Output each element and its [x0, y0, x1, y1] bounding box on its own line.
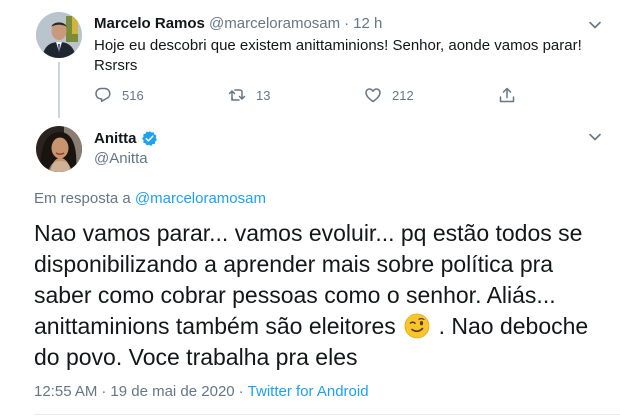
retweet-button[interactable]: 13 — [228, 84, 270, 106]
winking-face-icon — [404, 313, 430, 339]
chevron-down-icon[interactable] — [588, 18, 602, 32]
reply-context: Em resposta a @marceloramosam — [34, 189, 266, 209]
main-tweet-author[interactable]: Anitta — [94, 128, 158, 148]
like-count: 212 — [392, 87, 414, 103]
parent-tweet-header: Marcelo Ramos @marceloramosam · 12 h — [94, 14, 382, 34]
retweet-icon — [228, 89, 246, 101]
reply-to-link[interactable]: @marceloramosam — [135, 190, 266, 207]
like-button[interactable]: 212 — [364, 84, 414, 106]
header-separator: · — [344, 15, 350, 32]
tweet-thread: Marcelo Ramos @marceloramosam · 12 h Hoje … — [0, 0, 620, 417]
thread-connector — [58, 62, 60, 118]
parent-tweet-text: Hoje eu descobri que existem anittaminio… — [94, 37, 582, 74]
author-name[interactable]: Marcelo Ramos — [94, 15, 205, 32]
meta-separator: · — [238, 383, 244, 400]
avatar-marcelo[interactable] — [36, 12, 82, 58]
author-name[interactable]: Anitta — [94, 130, 137, 147]
chevron-down-icon[interactable] — [588, 130, 602, 144]
reply-count: 516 — [122, 87, 144, 103]
main-tweet-text: Nao vamos parar... vamos evoluir... pq e… — [34, 218, 614, 373]
heart-icon — [365, 88, 381, 103]
share-button[interactable] — [498, 84, 516, 106]
divider — [34, 414, 620, 415]
author-handle[interactable]: @marceloramosam — [209, 15, 340, 32]
tweet-time[interactable]: 12 h — [353, 15, 382, 32]
reply-prefix: Em resposta a — [34, 190, 131, 207]
reply-icon — [95, 87, 111, 103]
meta-separator: · — [101, 383, 107, 400]
parent-tweet[interactable]: Marcelo Ramos @marceloramosam · 12 h Hoje … — [0, 0, 620, 118]
avatar-anitta[interactable] — [36, 126, 82, 172]
avatar-image — [36, 12, 82, 58]
tweet-actions: 516 13 212 — [94, 84, 524, 106]
share-icon — [499, 87, 515, 103]
tweet-source-link[interactable]: Twitter for Android — [248, 383, 369, 400]
avatar-image — [36, 126, 82, 172]
reply-button[interactable]: 516 — [94, 84, 144, 106]
tweet-meta: 12:55 AM · 19 de mai de 2020 · Twitter for A… — [34, 382, 369, 402]
retweet-count: 13 — [256, 87, 271, 103]
tweet-date[interactable]: 19 de mai de 2020 — [110, 383, 234, 400]
verified-badge-icon — [141, 130, 157, 146]
author-handle[interactable]: @Anitta — [94, 149, 148, 169]
tweet-timestamp[interactable]: 12:55 AM — [34, 383, 97, 400]
